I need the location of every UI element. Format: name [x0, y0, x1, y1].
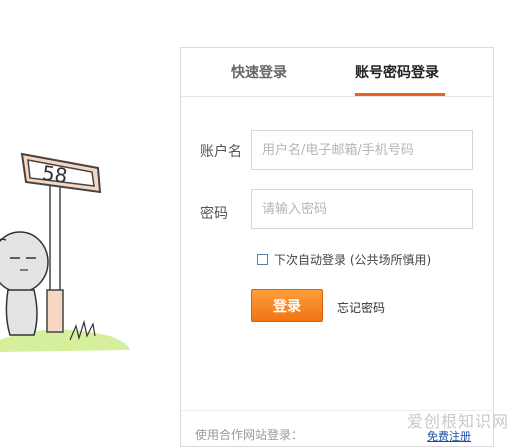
auto-login-option[interactable]: 下次自动登录 (公共场所慎用): [257, 251, 431, 268]
mascot-illustration: 58: [0, 152, 130, 352]
tab-account-login[interactable]: 账号密码登录: [355, 62, 439, 82]
active-tab-indicator: [355, 93, 445, 96]
auto-login-checkbox[interactable]: [257, 254, 268, 265]
password-label: 密码: [200, 206, 228, 222]
password-input[interactable]: [251, 189, 473, 229]
username-label: 账户名: [200, 144, 242, 160]
watermark: 爱创根知识网: [406, 412, 509, 431]
tab-quick-login[interactable]: 快速登录: [231, 62, 287, 82]
sign-number: 58: [41, 161, 70, 188]
auto-login-label: 下次自动登录 (公共场所慎用): [274, 253, 432, 267]
login-panel: 快速登录 账号密码登录 账户名 密码 下次自动登录 (公共场所慎用) 登录 忘记…: [180, 47, 494, 447]
login-button[interactable]: 登录: [251, 289, 323, 322]
forgot-password-link[interactable]: 忘记密码: [337, 299, 385, 316]
login-tabs: 快速登录 账号密码登录: [181, 48, 493, 97]
username-input[interactable]: [251, 130, 473, 170]
partner-login-label: 使用合作网站登录：: [195, 428, 304, 442]
